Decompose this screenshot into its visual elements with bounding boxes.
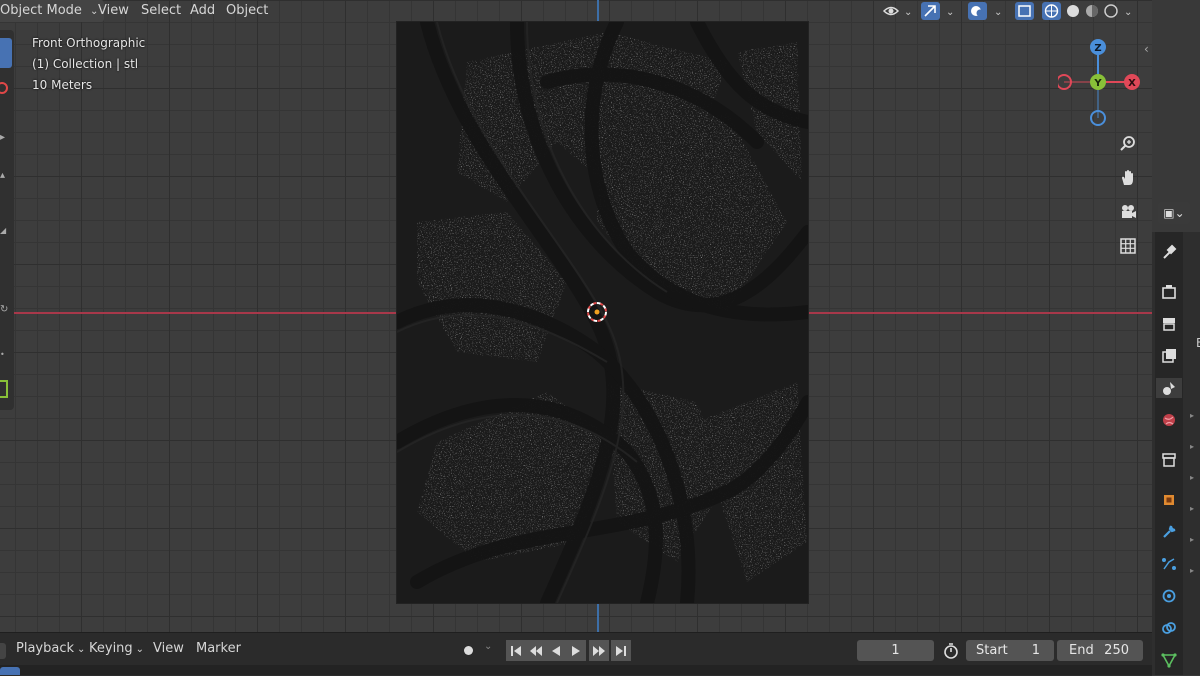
z-axis-label: Z <box>1094 43 1101 54</box>
playhead-indicator[interactable] <box>0 667 20 675</box>
start-value: 1 <box>1031 643 1040 658</box>
visibility-icon <box>882 6 900 16</box>
chevron-down-icon: ⌄ <box>135 644 145 655</box>
mode-selector[interactable]: Object Mode ⌄ <box>0 0 105 22</box>
left-toolbar: ▸ ▴ ◢ ↻ • <box>0 30 14 410</box>
3d-cursor-icon <box>587 302 607 322</box>
properties-tabs <box>1155 232 1183 675</box>
object-icon[interactable] <box>1159 490 1179 510</box>
end-label: End <box>1069 643 1094 658</box>
chevron-down-icon: ⌄ <box>77 644 86 655</box>
start-label: Start <box>976 643 1008 658</box>
panel-arrows: ▸ ▸ ▸ ▸ ▸ ▸ <box>1190 411 1195 575</box>
collection-label: (1) Collection | stl <box>32 57 139 71</box>
header-shading-controls: ⌄ ⌄ ⌄ ⌄ <box>882 2 1132 20</box>
outliner-edge: ‹ ▣⌄ <box>1144 0 1200 232</box>
svg-text:⌄: ⌄ <box>904 7 912 18</box>
mode-label: Object Mode <box>0 3 82 18</box>
measure-tool-icon[interactable]: • <box>0 350 12 362</box>
timeline-ruler[interactable] <box>0 665 1152 675</box>
annotate-tool-icon[interactable]: ↻ <box>0 304 12 316</box>
jump-keyframe-back-icon[interactable] <box>526 640 546 661</box>
select-tool-icon[interactable] <box>0 38 12 68</box>
stopwatch-icon[interactable] <box>942 642 960 660</box>
output-icon[interactable] <box>1159 314 1179 334</box>
svg-text:⌄: ⌄ <box>994 7 1002 18</box>
view-layer-icon[interactable] <box>1159 346 1179 366</box>
world-icon[interactable] <box>1159 410 1179 430</box>
menu-add[interactable]: Add <box>184 0 221 22</box>
current-frame-field[interactable]: 1 <box>857 640 934 661</box>
svg-text:⌄: ⌄ <box>946 7 954 18</box>
viewport-header: Object Mode ⌄ View Select Add Object ⌄ ⌄… <box>0 0 1152 22</box>
hand-icon[interactable] <box>1117 167 1139 189</box>
collapse-arrow-icon[interactable]: ‹ <box>1144 42 1149 56</box>
menu-select[interactable]: Select <box>135 0 187 22</box>
collection-icon[interactable] <box>1159 450 1179 470</box>
editor-type-icon[interactable]: ▣⌄ <box>1158 202 1190 224</box>
chevron-down-icon[interactable]: ⌄ <box>484 641 492 652</box>
add-cube-tool-icon[interactable] <box>0 380 8 398</box>
jump-keyframe-forward-icon[interactable] <box>589 640 609 661</box>
jump-end-icon[interactable] <box>611 640 631 661</box>
navigation-gizmo[interactable]: Z X Y <box>1058 38 1144 128</box>
modifier-icon[interactable] <box>1159 522 1179 542</box>
play-reverse-icon[interactable] <box>546 640 566 661</box>
menu-object[interactable]: Object <box>220 0 274 22</box>
scale-label: 10 Meters <box>32 78 93 92</box>
menu-timeline-view[interactable]: View <box>153 641 184 656</box>
zoom-icon[interactable] <box>1117 133 1139 155</box>
menu-playback[interactable]: Playback ⌄ <box>16 641 85 656</box>
y-axis-label: Y <box>1093 78 1102 89</box>
x-axis-label: X <box>1128 78 1136 89</box>
play-icon[interactable] <box>566 640 586 661</box>
constraints-icon[interactable] <box>1159 618 1179 638</box>
menu-keying[interactable]: Keying ⌄ <box>89 641 144 656</box>
render-icon[interactable] <box>1159 282 1179 302</box>
record-icon[interactable] <box>461 643 475 657</box>
menu-view[interactable]: View <box>92 0 135 22</box>
move-tool-icon[interactable]: ▸ <box>0 132 12 144</box>
menu-marker[interactable]: Marker <box>196 641 241 656</box>
editor-type-stub[interactable] <box>0 643 6 659</box>
grid-icon[interactable] <box>1117 235 1139 257</box>
camera-icon[interactable] <box>1117 201 1139 223</box>
view-name: Front Orthographic <box>32 36 146 50</box>
scene-icon[interactable] <box>1156 378 1182 398</box>
playback-label: Playback <box>16 641 75 656</box>
keying-label: Keying <box>89 641 133 656</box>
start-frame-field[interactable]: Start 1 <box>966 640 1054 661</box>
physics-icon[interactable] <box>1159 586 1179 606</box>
jump-start-icon[interactable] <box>506 640 526 661</box>
particles-icon[interactable] <box>1159 554 1179 574</box>
panel-letter: B <box>1196 336 1200 350</box>
end-frame-field[interactable]: End 250 <box>1057 640 1143 661</box>
3d-viewport[interactable] <box>0 0 1152 632</box>
scale-tool-icon[interactable]: ◢ <box>0 226 12 238</box>
end-value: 250 <box>1104 643 1129 658</box>
data-icon[interactable] <box>1159 650 1179 670</box>
rotate-tool-icon[interactable]: ▴ <box>0 170 12 182</box>
cursor-tool-icon[interactable] <box>0 82 8 94</box>
svg-text:⌄: ⌄ <box>1124 7 1132 18</box>
tool-icon[interactable] <box>1159 242 1179 262</box>
